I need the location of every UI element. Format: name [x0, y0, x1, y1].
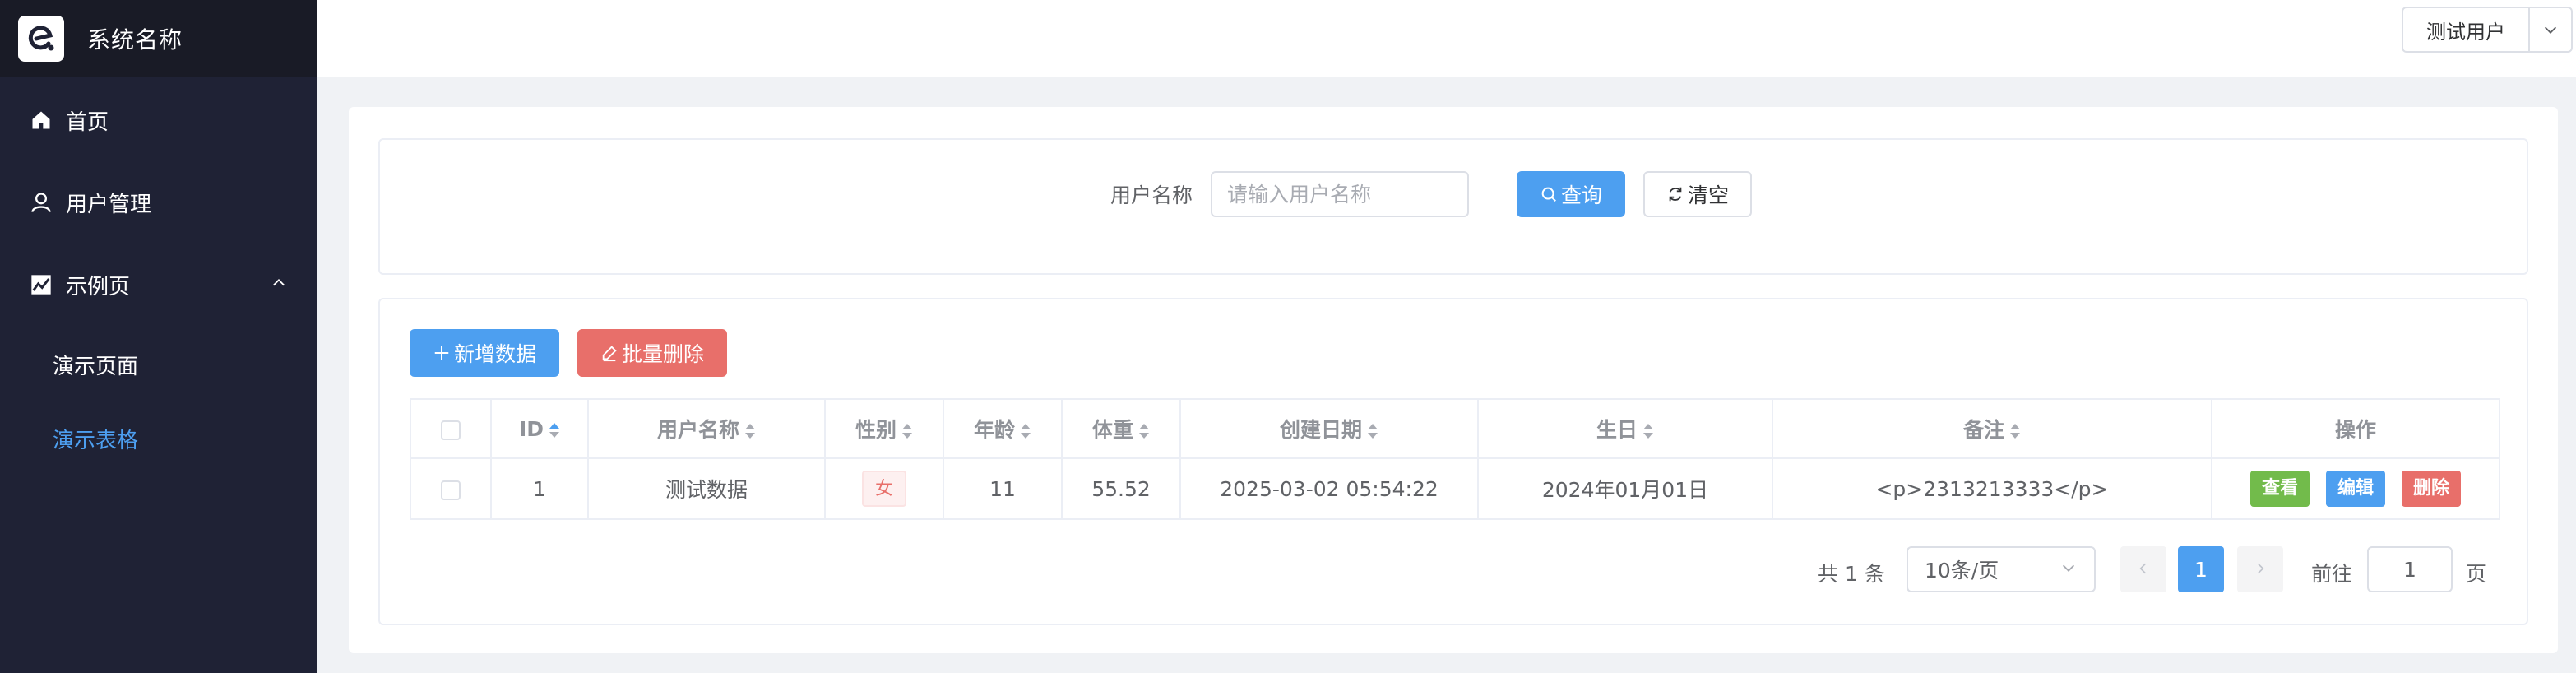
column-header-remark[interactable]: 备注 [1772, 398, 2212, 459]
column-label: 用户名称 [656, 418, 739, 442]
sidebar-subitem-label: 演示页面 [53, 354, 139, 379]
delete-button[interactable]: 删除 [2402, 471, 2462, 507]
cell-remark: <p>2313213333</p> [1772, 457, 2212, 520]
sidebar: 系统名称 首页 用户管理 示例页 演示页面 演示表格 [0, 0, 317, 673]
column-header-username[interactable]: 用户名称 [587, 398, 826, 459]
column-header-created[interactable]: 创建日期 [1179, 398, 1479, 459]
column-header-actions: 操作 [2211, 398, 2500, 459]
sidebar-item-user-management[interactable]: 用户管理 [0, 161, 317, 244]
sidebar-item-label: 示例页 [66, 274, 131, 299]
column-label: 创建日期 [1279, 418, 1362, 442]
plus-icon [433, 344, 451, 362]
logo-e-icon [18, 16, 64, 62]
column-header-gender[interactable]: 性别 [824, 398, 944, 459]
sort-icon[interactable] [744, 422, 756, 440]
row-checkbox[interactable] [441, 480, 461, 500]
chevron-up-icon [270, 273, 288, 298]
data-table: ID 用户名称 性别 年龄 体重 创建日期 生日 备注 操作 1 测试数据 女 … [410, 398, 2500, 520]
cell-birthday: 2024年01月01日 [1477, 457, 1773, 520]
edit-pen-icon [600, 344, 619, 362]
sidebar-item-examples[interactable]: 示例页 [0, 244, 317, 326]
clear-button-label: 清空 [1687, 183, 1729, 207]
sort-icon[interactable] [901, 422, 913, 440]
table-header-row: ID 用户名称 性别 年龄 体重 创建日期 生日 备注 操作 [410, 398, 2500, 459]
table-row: 1 测试数据 女 11 55.52 2025-03-02 05:54:22 20… [410, 457, 2500, 520]
column-header-birthday[interactable]: 生日 [1477, 398, 1773, 459]
goto-page-input[interactable] [2367, 546, 2453, 592]
column-header-weight[interactable]: 体重 [1061, 398, 1181, 459]
sort-icon[interactable] [549, 421, 560, 439]
sort-icon[interactable] [1020, 422, 1031, 440]
sidebar-item-home[interactable]: 首页 [0, 79, 317, 161]
add-data-button[interactable]: 新增数据 [410, 329, 559, 377]
logo-bar: 系统名称 [0, 0, 317, 77]
query-button-label: 查询 [1560, 183, 1602, 207]
column-label: 年龄 [973, 418, 1015, 442]
home-icon [28, 107, 54, 133]
search-input[interactable] [1211, 171, 1469, 217]
sort-icon[interactable] [1642, 422, 1654, 440]
edit-button[interactable]: 编辑 [2325, 471, 2385, 507]
column-header-age[interactable]: 年龄 [943, 398, 1063, 459]
page-suffix: 页 [2466, 562, 2487, 586]
chevron-down-icon[interactable] [2530, 8, 2571, 51]
page-size-select[interactable]: 10条/页 [1907, 546, 2096, 592]
cell-age: 11 [943, 457, 1063, 520]
cell-username: 测试数据 [587, 457, 826, 520]
cell-weight: 55.52 [1061, 457, 1181, 520]
row-select-cell [410, 457, 492, 520]
chevron-right-icon [2252, 558, 2268, 582]
sort-icon[interactable] [1367, 422, 1378, 440]
select-all-cell [410, 398, 492, 459]
chart-icon [28, 272, 54, 298]
user-dropdown[interactable]: 测试用户 [2402, 7, 2573, 53]
search-icon [1540, 185, 1558, 203]
sort-icon[interactable] [2009, 422, 2021, 440]
column-label: 性别 [855, 418, 897, 442]
batch-delete-button[interactable]: 批量删除 [577, 329, 727, 377]
cell-gender: 女 [824, 457, 944, 520]
goto-label: 前往 [2311, 562, 2353, 586]
page-number-button[interactable]: 1 [2178, 546, 2224, 592]
user-icon [28, 189, 54, 216]
refresh-icon [1666, 185, 1684, 203]
gender-tag: 女 [861, 471, 906, 507]
cell-actions: 查看 编辑 删除 [2211, 457, 2500, 520]
column-label: 操作 [2334, 418, 2376, 442]
column-label: 生日 [1596, 418, 1638, 442]
top-header [317, 0, 2576, 77]
sidebar-subitem-label: 演示表格 [53, 428, 139, 453]
sidebar-item-label: 首页 [66, 109, 109, 135]
select-all-checkbox[interactable] [441, 420, 461, 440]
cell-created: 2025-03-02 05:54:22 [1179, 457, 1479, 520]
column-header-id[interactable]: ID [490, 398, 589, 459]
batch-delete-label: 批量删除 [621, 342, 704, 366]
sort-icon[interactable] [1138, 422, 1150, 440]
search-label: 用户名称 [1110, 183, 1193, 207]
sidebar-item-label: 用户管理 [66, 192, 152, 217]
pagination-total: 共 1 条 [1818, 562, 1885, 586]
column-label: ID [518, 416, 544, 441]
column-label: 备注 [1962, 418, 2004, 442]
app-title: 系统名称 [87, 26, 183, 53]
next-page-button[interactable] [2237, 546, 2283, 592]
user-name[interactable]: 测试用户 [2403, 8, 2530, 51]
sidebar-subitem-demo-page[interactable]: 演示页面 [0, 327, 317, 401]
cell-id: 1 [490, 457, 589, 520]
add-data-label: 新增数据 [453, 342, 536, 366]
query-button[interactable]: 查询 [1517, 171, 1625, 217]
column-label: 体重 [1091, 418, 1133, 442]
prev-page-button[interactable] [2120, 546, 2166, 592]
clear-button[interactable]: 清空 [1643, 171, 1752, 217]
view-button[interactable]: 查看 [2249, 471, 2310, 507]
chevron-down-icon [2059, 558, 2078, 582]
sidebar-subitem-demo-table[interactable]: 演示表格 [0, 401, 317, 476]
chevron-left-icon [2135, 558, 2152, 582]
page-size-value: 10条/页 [1925, 559, 1999, 582]
